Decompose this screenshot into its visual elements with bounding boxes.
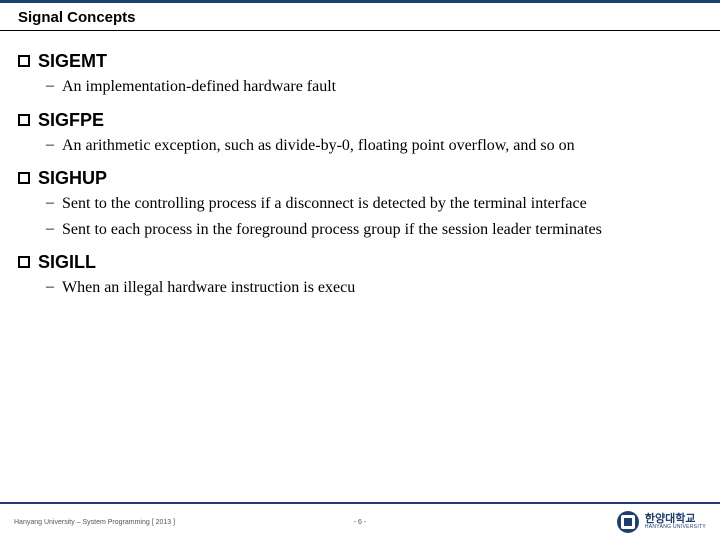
- item-sigemt: SIGEMT: [18, 51, 702, 72]
- list-item: – Sent to the controlling process if a d…: [18, 193, 702, 215]
- square-bullet-icon: [18, 55, 30, 67]
- dash-icon: –: [46, 277, 54, 298]
- slide-title: Signal Concepts: [18, 9, 702, 26]
- list-item: – An implementation-defined hardware fau…: [18, 76, 702, 98]
- item-sighup: SIGHUP: [18, 168, 702, 189]
- dash-icon: –: [46, 76, 54, 97]
- list-item: – Sent to each process in the foreground…: [18, 219, 702, 241]
- signal-name: SIGHUP: [38, 168, 107, 189]
- university-logo-icon: [617, 511, 639, 533]
- square-bullet-icon: [18, 114, 30, 126]
- footer-course-label: Hanyang University – System Programming …: [14, 519, 175, 526]
- signal-name: SIGILL: [38, 252, 96, 273]
- footer: Hanyang University – System Programming …: [0, 502, 720, 540]
- list-item: – When an illegal hardware instruction i…: [18, 277, 702, 299]
- page-number: - 6 -: [354, 519, 366, 526]
- signal-name: SIGFPE: [38, 110, 104, 131]
- university-logo-text: 한양대학교 HANYANG UNIVERSITY: [645, 514, 706, 530]
- item-sigill: SIGILL: [18, 252, 702, 273]
- page-suffix: -: [362, 519, 366, 526]
- signal-description: Sent to the controlling process if a dis…: [62, 193, 587, 215]
- title-block: Signal Concepts: [0, 3, 720, 31]
- logo-english: HANYANG UNIVERSITY: [645, 525, 706, 530]
- dash-icon: –: [46, 135, 54, 156]
- square-bullet-icon: [18, 256, 30, 268]
- university-logo-block: 한양대학교 HANYANG UNIVERSITY: [617, 511, 706, 533]
- signal-description: When an illegal hardware instruction is …: [62, 277, 355, 299]
- signal-description: Sent to each process in the foreground p…: [62, 219, 602, 241]
- item-sigfpe: SIGFPE: [18, 110, 702, 131]
- list-item: – An arithmetic exception, such as divid…: [18, 135, 702, 157]
- signal-description: An implementation-defined hardware fault: [62, 76, 336, 98]
- dash-icon: –: [46, 193, 54, 214]
- signal-description: An arithmetic exception, such as divide-…: [62, 135, 575, 157]
- dash-icon: –: [46, 219, 54, 240]
- square-bullet-icon: [18, 172, 30, 184]
- signal-name: SIGEMT: [38, 51, 107, 72]
- slide: Signal Concepts SIGEMT – An implementati…: [0, 0, 720, 540]
- content-area: SIGEMT – An implementation-defined hardw…: [0, 31, 720, 299]
